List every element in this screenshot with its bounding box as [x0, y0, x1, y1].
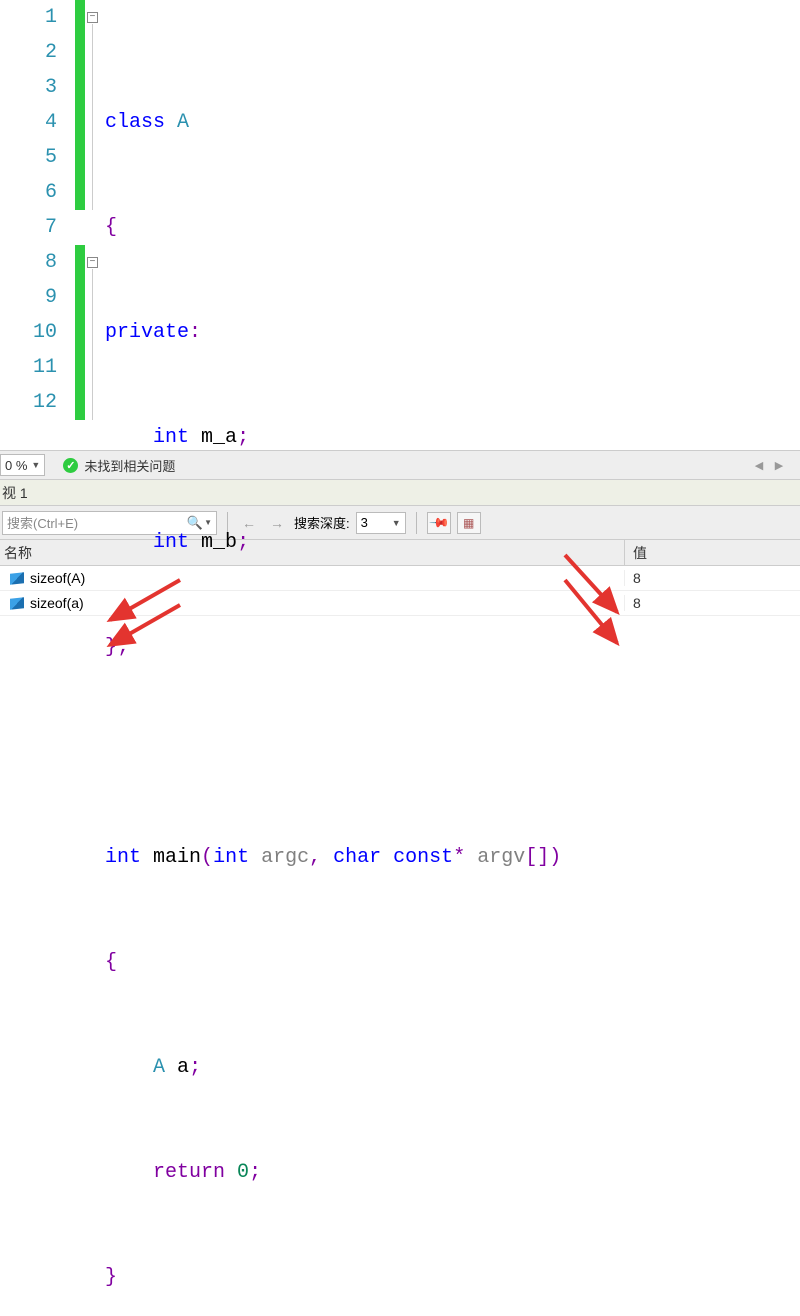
variable-icon [10, 597, 24, 609]
fold-toggle-icon[interactable]: − [87, 12, 98, 23]
chevron-down-icon: ▼ [31, 460, 40, 470]
line-number-gutter: 1 2 3 4 5 6 7 8 9 10 11 12 [0, 0, 75, 450]
zoom-value: 0 % [5, 458, 27, 473]
zoom-level-dropdown[interactable]: 0 % ▼ [0, 454, 45, 476]
change-marker-column [75, 0, 87, 450]
check-circle-icon: ✓ [63, 458, 78, 473]
watch-name: sizeof(A) [30, 570, 85, 586]
fold-toggle-icon[interactable]: − [87, 257, 98, 268]
watch-name: sizeof(a) [30, 595, 84, 611]
fold-column[interactable]: − − [87, 0, 105, 450]
code-content[interactable]: class A { private: int m_a; int m_b; }; … [105, 0, 800, 450]
search-placeholder: 搜索(Ctrl+E) [7, 513, 78, 532]
code-editor[interactable]: 1 2 3 4 5 6 7 8 9 10 11 12 − − class A {… [0, 0, 800, 450]
variable-icon [10, 572, 24, 584]
